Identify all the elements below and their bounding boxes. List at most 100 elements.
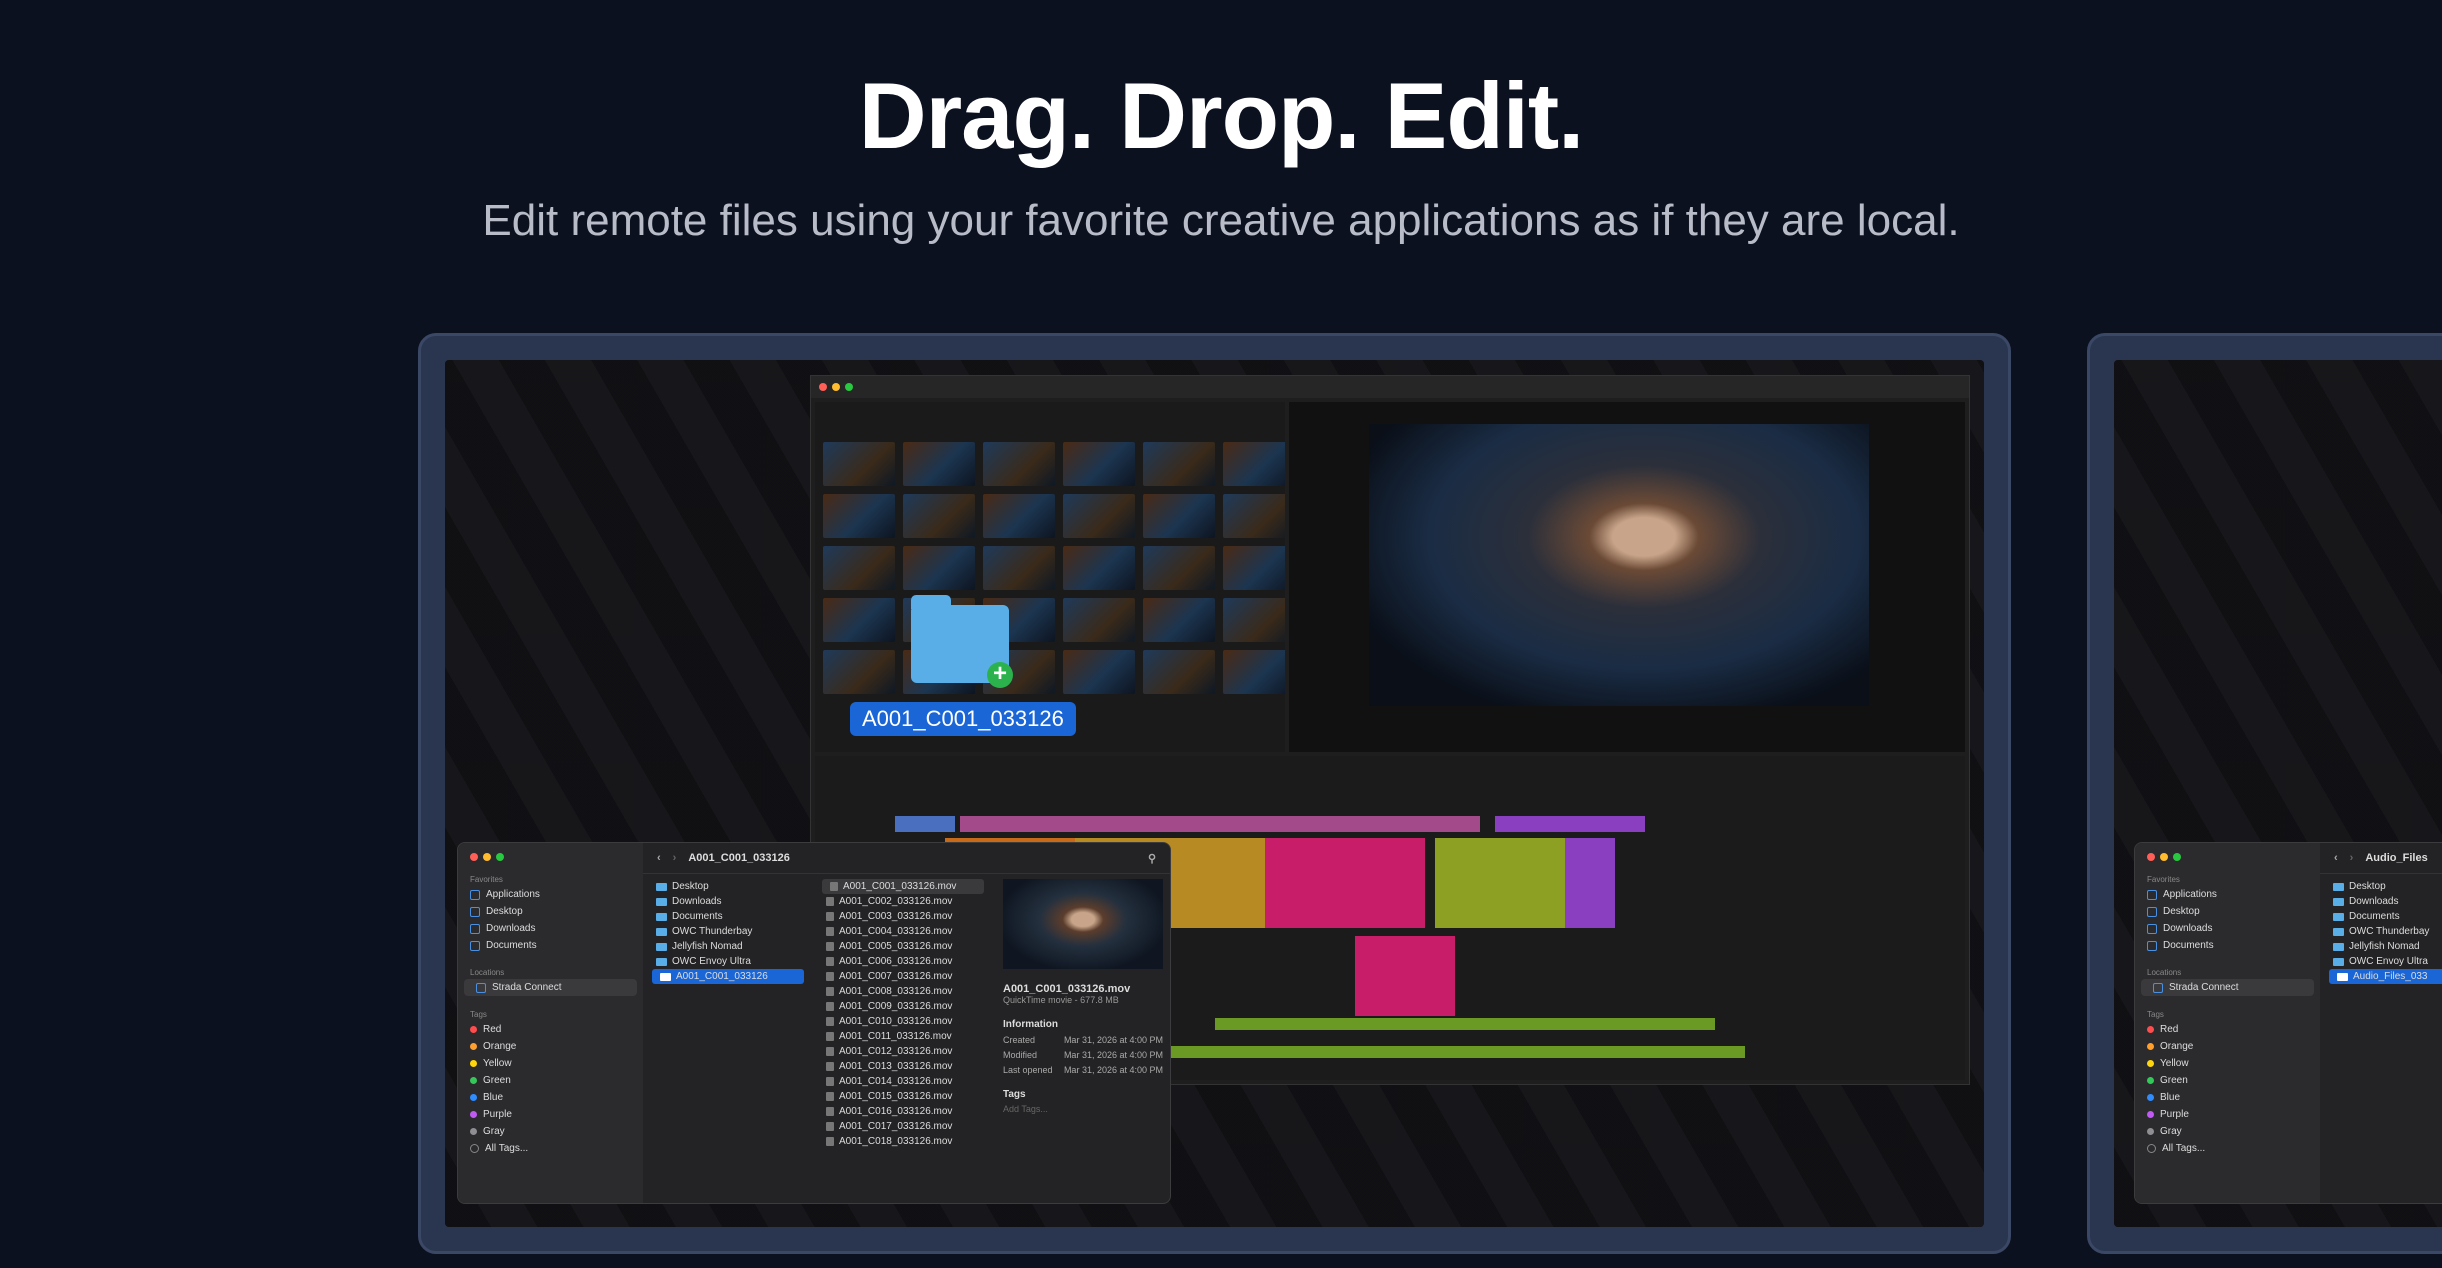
finder-window[interactable]: Favorites Applications Desktop Downloads… [457, 842, 1171, 1204]
sidebar-tag-purple[interactable]: Purple [458, 1106, 643, 1123]
timeline-clip[interactable] [1495, 816, 1645, 832]
clip-thumbnail[interactable] [1223, 546, 1285, 590]
file-item[interactable]: A001_C007_033126.mov [818, 969, 988, 984]
sidebar-tag-purple[interactable]: Purple [2135, 1106, 2320, 1123]
forward-icon[interactable]: › [2350, 852, 2354, 864]
clip-thumbnail[interactable] [903, 494, 975, 538]
clip-thumbnail[interactable] [1223, 598, 1285, 642]
file-item[interactable]: A001_C009_033126.mov [818, 999, 988, 1014]
file-item[interactable]: A001_C002_033126.mov [818, 894, 988, 909]
folder-item-desktop[interactable]: Desktop [648, 879, 808, 894]
clip-thumbnail-grid[interactable] [823, 442, 1285, 694]
sidebar-tag-blue[interactable]: Blue [2135, 1089, 2320, 1106]
clip-thumbnail[interactable] [1063, 494, 1135, 538]
back-icon[interactable]: ‹ [657, 852, 661, 864]
clip-thumbnail[interactable] [823, 598, 895, 642]
folder-item-downloads[interactable]: Downloads [2325, 894, 2442, 909]
timeline-clip[interactable] [1565, 838, 1615, 928]
folder-item-selected[interactable]: Audio_Files_033 [2329, 969, 2442, 984]
file-item[interactable]: A001_C006_033126.mov [818, 954, 988, 969]
file-item[interactable]: A001_C005_033126.mov [818, 939, 988, 954]
file-item[interactable]: A001_C003_033126.mov [818, 909, 988, 924]
file-item[interactable]: A001_C001_033126.mov [822, 879, 984, 894]
timeline-clip[interactable] [1435, 838, 1565, 928]
file-item[interactable]: A001_C018_033126.mov [818, 1134, 988, 1149]
sidebar-tag-green[interactable]: Green [458, 1072, 643, 1089]
clip-thumbnail[interactable] [1063, 546, 1135, 590]
clip-thumbnail[interactable] [823, 650, 895, 694]
file-item[interactable]: A001_C008_033126.mov [818, 984, 988, 999]
clip-thumbnail[interactable] [1063, 442, 1135, 486]
clip-thumbnail[interactable] [823, 546, 895, 590]
file-item[interactable]: A001_C014_033126.mov [818, 1074, 988, 1089]
minimize-icon[interactable] [832, 383, 840, 391]
clip-thumbnail[interactable] [1143, 598, 1215, 642]
sidebar-item-applications[interactable]: Applications [458, 886, 643, 903]
sidebar-tag-green[interactable]: Green [2135, 1072, 2320, 1089]
file-item[interactable]: A001_C015_033126.mov [818, 1089, 988, 1104]
timeline-clip[interactable] [1355, 936, 1455, 1016]
clip-thumbnail[interactable] [1223, 494, 1285, 538]
folder-item-documents[interactable]: Documents [2325, 909, 2442, 924]
sidebar-item-applications[interactable]: Applications [2135, 886, 2320, 903]
folder-column[interactable]: Desktop Downloads Documents OWC Thunderb… [648, 879, 808, 984]
clip-thumbnail[interactable] [983, 546, 1055, 590]
clip-thumbnail[interactable] [1143, 494, 1215, 538]
sidebar-item-documents[interactable]: Documents [2135, 937, 2320, 954]
close-icon[interactable] [2147, 853, 2155, 861]
file-item[interactable]: A001_C016_033126.mov [818, 1104, 988, 1119]
sidebar-item-desktop[interactable]: Desktop [2135, 903, 2320, 920]
clip-thumbnail[interactable] [1063, 650, 1135, 694]
sidebar-tag-orange[interactable]: Orange [2135, 1038, 2320, 1055]
clip-thumbnail[interactable] [1223, 650, 1285, 694]
timeline-clip[interactable] [1265, 838, 1425, 928]
sidebar-item-strada-connect[interactable]: Strada Connect [2141, 979, 2314, 996]
folder-item-owc-envoy-ultra[interactable]: OWC Envoy Ultra [648, 954, 808, 969]
close-icon[interactable] [819, 383, 827, 391]
clip-thumbnail[interactable] [823, 442, 895, 486]
timeline-clip[interactable] [960, 816, 1480, 832]
folder-item-owc-thunderbay[interactable]: OWC Thunderbay [648, 924, 808, 939]
zoom-icon[interactable] [2173, 853, 2181, 861]
sidebar-tag-red[interactable]: Red [2135, 1021, 2320, 1038]
sidebar-item-strada-connect[interactable]: Strada Connect [464, 979, 637, 996]
sidebar-item-desktop[interactable]: Desktop [458, 903, 643, 920]
add-tags-field[interactable]: Add Tags... [1003, 1104, 1163, 1114]
file-item[interactable]: A001_C013_033126.mov [818, 1059, 988, 1074]
clip-thumbnail[interactable] [983, 442, 1055, 486]
folder-item-documents[interactable]: Documents [648, 909, 808, 924]
sidebar-tag-red[interactable]: Red [458, 1021, 643, 1038]
sidebar-tag-gray[interactable]: Gray [458, 1123, 643, 1140]
zoom-icon[interactable] [845, 383, 853, 391]
clip-thumbnail[interactable] [823, 494, 895, 538]
file-item[interactable]: A001_C010_033126.mov [818, 1014, 988, 1029]
file-item[interactable]: A001_C011_033126.mov [818, 1029, 988, 1044]
timeline-clip[interactable] [895, 816, 955, 832]
clip-thumbnail[interactable] [903, 442, 975, 486]
sidebar-tag-gray[interactable]: Gray [2135, 1123, 2320, 1140]
clip-thumbnail[interactable] [903, 546, 975, 590]
timeline-clip[interactable] [1145, 1046, 1745, 1058]
sidebar-tag-orange[interactable]: Orange [458, 1038, 643, 1055]
clip-thumbnail[interactable] [1143, 442, 1215, 486]
clip-thumbnail[interactable] [1063, 598, 1135, 642]
sidebar-all-tags[interactable]: All Tags... [2135, 1140, 2320, 1157]
project-bin[interactable]: + A001_C001_033126 [815, 402, 1285, 752]
clip-thumbnail[interactable] [1143, 546, 1215, 590]
file-item[interactable]: A001_C017_033126.mov [818, 1119, 988, 1134]
folder-item-desktop[interactable]: Desktop [2325, 879, 2442, 894]
clip-thumbnail[interactable] [983, 494, 1055, 538]
folder-item-owc-envoy-ultra[interactable]: OWC Envoy Ultra [2325, 954, 2442, 969]
sidebar-tag-yellow[interactable]: Yellow [2135, 1055, 2320, 1072]
finder-window-secondary[interactable]: Favorites Applications Desktop Downloads… [2134, 842, 2442, 1204]
folder-item-selected[interactable]: A001_C001_033126 [652, 969, 804, 984]
folder-item-owc-thunderbay[interactable]: OWC Thunderbay [2325, 924, 2442, 939]
folder-item-downloads[interactable]: Downloads [648, 894, 808, 909]
minimize-icon[interactable] [483, 853, 491, 861]
sidebar-item-documents[interactable]: Documents [458, 937, 643, 954]
back-icon[interactable]: ‹ [2334, 852, 2338, 864]
file-column[interactable]: A001_C001_033126.mov A001_C002_033126.mo… [818, 879, 988, 1149]
sidebar-all-tags[interactable]: All Tags... [458, 1140, 643, 1157]
forward-icon[interactable]: › [673, 852, 677, 864]
sidebar-tag-yellow[interactable]: Yellow [458, 1055, 643, 1072]
